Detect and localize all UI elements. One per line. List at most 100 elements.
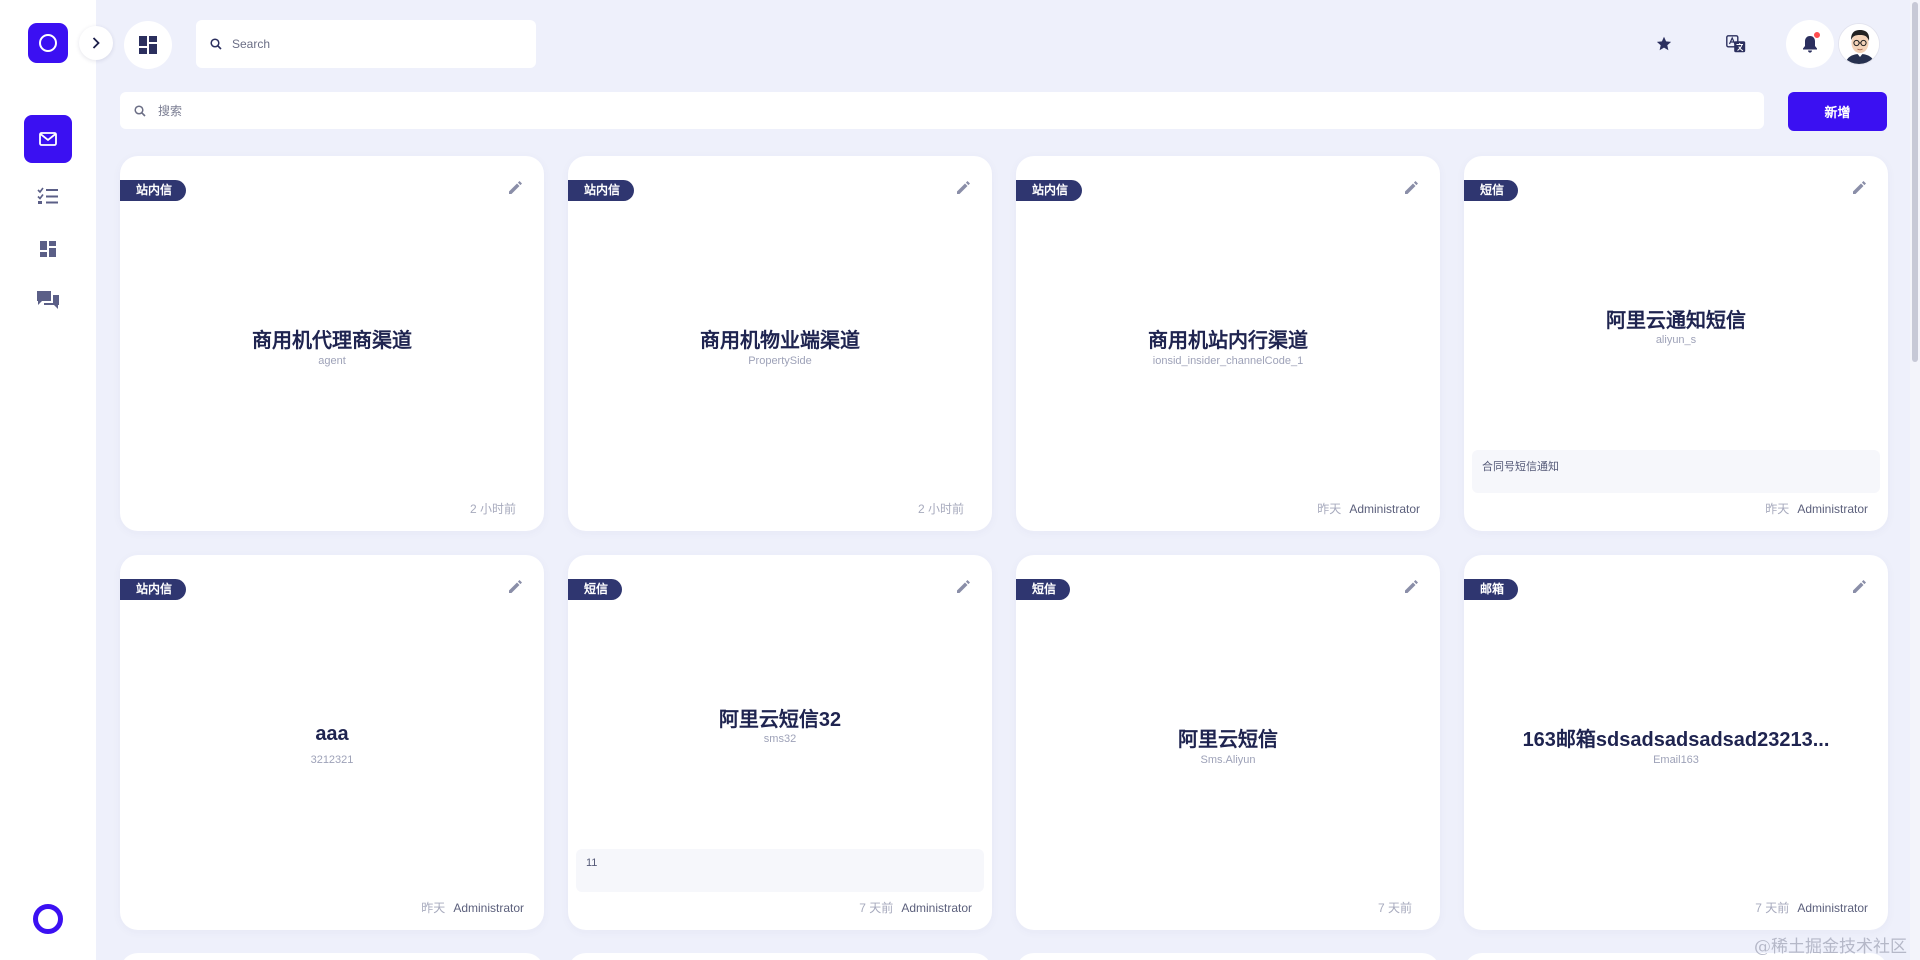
card-meta: 昨天 Administrator [1317, 500, 1420, 517]
channel-title: 商用机物业端渠道 [700, 330, 860, 352]
channel-card-partial [1016, 953, 1440, 960]
author-name: Administrator [1349, 502, 1420, 516]
avatar-icon [1839, 24, 1879, 64]
channel-card-partial [568, 953, 992, 960]
edit-button[interactable] [1400, 575, 1422, 597]
edit-button[interactable] [952, 176, 974, 198]
channel-title: 商用机站内行渠道 [1148, 330, 1308, 352]
channel-card[interactable]: 短信 阿里云短信 Sms.Aliyun 7 天前 [1016, 555, 1440, 930]
channel-code: sms32 [763, 733, 797, 745]
mail-icon [39, 132, 57, 146]
channel-card-partial [120, 953, 544, 960]
edit-button[interactable] [1848, 575, 1870, 597]
nav-item-chat[interactable] [24, 276, 72, 324]
channel-card[interactable]: 短信 阿里云短信32 sms32 11 7 天前 Administrator [568, 555, 992, 930]
author-name: Administrator [1797, 901, 1868, 915]
channel-type-tag: 短信 [1016, 579, 1071, 600]
add-button[interactable]: 新增 [1788, 92, 1887, 131]
edit-button[interactable] [504, 176, 526, 198]
channel-type-tag: 站内信 [568, 180, 635, 201]
channel-title: 阿里云短信32 [718, 709, 842, 731]
channel-code: Email163 [1653, 754, 1699, 766]
channel-type-tag: 站内信 [120, 180, 187, 201]
channel-type-tag: 短信 [568, 579, 623, 600]
updated-time: 昨天 [1317, 502, 1342, 516]
updated-time: 2 小时前 [917, 502, 964, 516]
grid-icon [139, 36, 157, 54]
channel-type-tag: 站内信 [120, 579, 187, 600]
channel-code: agent [318, 355, 346, 367]
channel-title: 163邮箱sdsadsadsadsad23213... [1522, 729, 1830, 751]
author-name: Administrator [1797, 502, 1868, 516]
channel-search-input[interactable] [158, 103, 1658, 118]
channel-code: Sms.Aliyun [1200, 754, 1256, 766]
global-search [196, 20, 536, 68]
updated-time: 昨天 [421, 901, 446, 915]
scrollbar-thumb[interactable] [1912, 2, 1918, 362]
card-meta: 7 天前 Administrator [1755, 899, 1868, 916]
nav-item-messages[interactable] [24, 115, 72, 163]
channel-description: 合同号短信通知 [1472, 450, 1880, 493]
pencil-icon [1852, 579, 1866, 593]
notification-dot [1813, 31, 1821, 39]
nav-item-dashboard[interactable] [24, 225, 72, 273]
updated-time: 7 天前 [1755, 901, 1790, 915]
card-meta: 昨天 Administrator [421, 899, 524, 916]
pencil-icon [956, 579, 970, 593]
side-rail [0, 0, 96, 960]
channel-title: 阿里云通知短信 [1606, 310, 1746, 332]
help-ring-icon[interactable] [33, 904, 63, 934]
pencil-icon [508, 180, 522, 194]
card-meta: 2 小时前 [918, 500, 972, 517]
chevron-right-icon [92, 37, 100, 49]
card-meta: 7 天前 [1378, 899, 1420, 916]
page-scrollbar[interactable] [1910, 0, 1920, 960]
search-icon [134, 104, 146, 117]
dashboard-icon [40, 241, 56, 257]
pencil-icon [1404, 579, 1418, 593]
channel-card[interactable]: 站内信 商用机物业端渠道 PropertySide 2 小时前 [568, 156, 992, 531]
user-avatar[interactable] [1838, 23, 1880, 65]
nav-item-tasks[interactable] [24, 172, 72, 220]
channel-card[interactable]: 站内信 商用机代理商渠道 agent 2 小时前 [120, 156, 544, 531]
channel-card[interactable]: 短信 阿里云通知短信 aliyun_s 合同号短信通知 昨天 Administra… [1464, 156, 1888, 531]
card-meta: 2 小时前 [470, 500, 524, 517]
checklist-icon [37, 187, 58, 204]
channel-code: aliyun_s [1655, 334, 1697, 346]
channel-card[interactable]: 邮箱 163邮箱sdsadsadsadsad23213... Email163 … [1464, 555, 1888, 930]
app-logo[interactable] [28, 23, 68, 63]
channel-card[interactable]: 站内信 aaa 3212321 昨天 Administrator [120, 555, 544, 930]
favorites-button[interactable] [1640, 20, 1688, 68]
channel-type-tag: 邮箱 [1464, 579, 1519, 600]
updated-time: 昨天 [1765, 502, 1790, 516]
apps-grid-button[interactable] [124, 21, 172, 69]
pencil-icon [508, 579, 522, 593]
updated-time: 7 天前 [1377, 901, 1412, 915]
language-button[interactable] [1712, 20, 1760, 68]
edit-button[interactable] [952, 575, 974, 597]
expand-sidebar-button[interactable] [79, 26, 113, 60]
card-meta: 7 天前 Administrator [859, 899, 972, 916]
pencil-icon [1852, 180, 1866, 194]
updated-time: 2 小时前 [469, 502, 516, 516]
global-search-input[interactable] [232, 37, 512, 51]
pencil-icon [956, 180, 970, 194]
channel-title: aaa [315, 723, 349, 745]
chat-icon [37, 291, 59, 309]
channel-title: 商用机代理商渠道 [252, 330, 412, 352]
search-icon [210, 38, 222, 50]
edit-button[interactable] [504, 575, 526, 597]
circle-logo-icon [39, 34, 57, 52]
channel-card[interactable]: 站内信 商用机站内行渠道 ionsid_insider_channelCode_… [1016, 156, 1440, 531]
star-icon [1656, 36, 1672, 51]
notifications-button[interactable] [1786, 20, 1834, 68]
channel-title: 阿里云短信 [1178, 729, 1278, 751]
channel-type-tag: 短信 [1464, 180, 1519, 201]
author-name: Administrator [453, 901, 524, 915]
card-meta: 昨天 Administrator [1765, 500, 1868, 517]
author-name: Administrator [901, 901, 972, 915]
updated-time: 7 天前 [859, 901, 894, 915]
edit-button[interactable] [1848, 176, 1870, 198]
channel-code: ionsid_insider_channelCode_1 [1152, 355, 1304, 367]
edit-button[interactable] [1400, 176, 1422, 198]
